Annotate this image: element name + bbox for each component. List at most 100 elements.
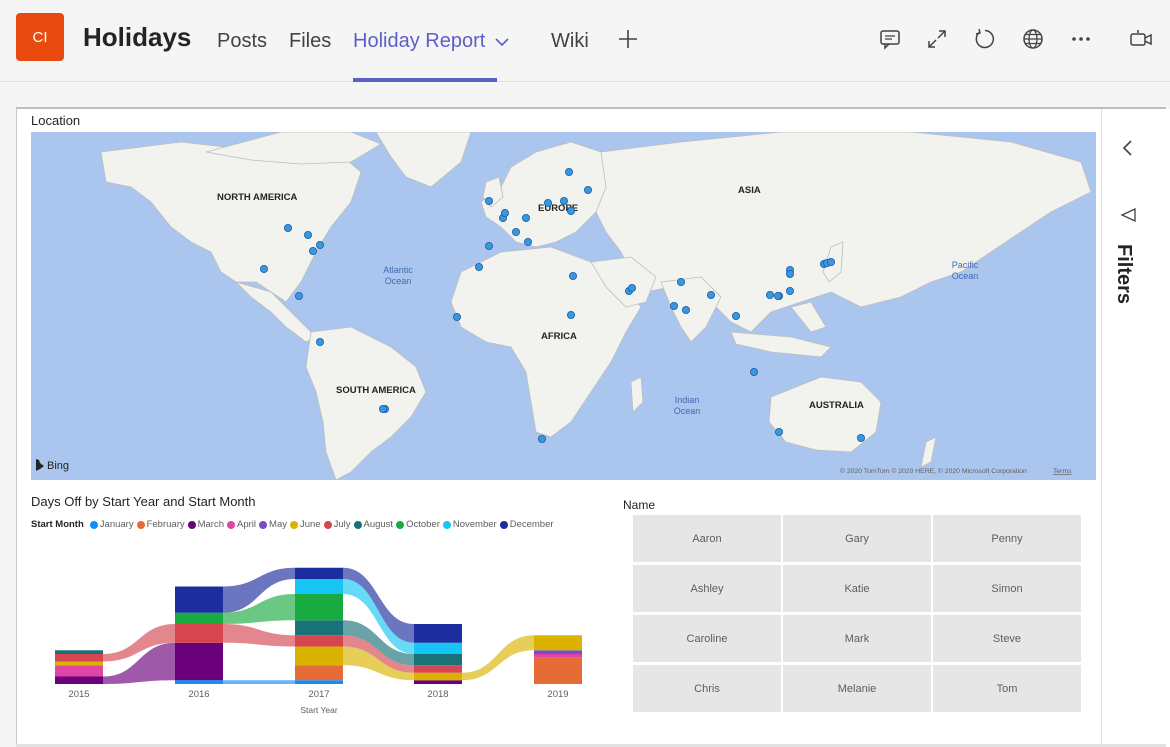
chart-bar-segment[interactable] [175, 612, 223, 624]
chart-bar-segment[interactable] [295, 680, 343, 684]
expand-icon[interactable] [922, 24, 952, 54]
location-point[interactable] [766, 290, 775, 299]
chart-ribbon[interactable] [223, 680, 295, 684]
more-options-icon[interactable] [1066, 24, 1096, 54]
chart-bar-segment[interactable] [175, 624, 223, 643]
meet-icon[interactable] [1126, 24, 1156, 54]
location-point[interactable] [670, 301, 679, 310]
add-tab-icon[interactable] [613, 24, 643, 54]
location-point[interactable] [567, 310, 576, 319]
location-point[interactable] [628, 283, 637, 292]
slicer-item[interactable]: Gary [783, 515, 931, 562]
ribbon-chart[interactable]: 2015 2016 2017 2018 2019 Start Year [31, 540, 611, 720]
chart-ribbon[interactable] [223, 624, 295, 647]
location-point[interactable] [544, 199, 553, 208]
location-point[interactable] [857, 433, 866, 442]
location-point[interactable] [308, 247, 317, 256]
location-point[interactable] [511, 228, 520, 237]
chart-bar-segment[interactable] [175, 642, 223, 681]
location-point[interactable] [259, 264, 268, 273]
slicer-item[interactable]: Chris [633, 665, 781, 712]
chart-bar-segment[interactable] [414, 654, 462, 666]
filters-label[interactable]: Filters [1112, 244, 1135, 304]
location-point[interactable] [474, 262, 483, 271]
location-point[interactable] [521, 214, 530, 223]
location-point[interactable] [707, 290, 716, 299]
chart-bar-segment[interactable] [534, 654, 582, 658]
location-point[interactable] [774, 291, 783, 300]
location-point[interactable] [315, 241, 324, 250]
location-point[interactable] [732, 311, 741, 320]
slicer-item[interactable]: Caroline [633, 615, 781, 662]
chart-bar-segment[interactable] [175, 680, 223, 684]
slicer-item[interactable]: Katie [783, 565, 931, 612]
chart-bar-segment[interactable] [295, 646, 343, 666]
globe-icon[interactable] [1018, 24, 1048, 54]
legend-item[interactable]: April [227, 519, 256, 530]
location-point[interactable] [584, 186, 593, 195]
slicer-item[interactable]: Simon [933, 565, 1081, 612]
location-point[interactable] [750, 367, 759, 376]
chart-bar-segment[interactable] [295, 635, 343, 647]
chart-bar-segment[interactable] [534, 650, 582, 654]
location-point[interactable] [523, 238, 532, 247]
slicer-item[interactable]: Penny [933, 515, 1081, 562]
world-map[interactable]: NORTH AMERICA EUROPE ASIA AFRICA SOUTH A… [31, 132, 1096, 480]
chart-bar-segment[interactable] [55, 650, 103, 654]
slicer-item[interactable]: Melanie [783, 665, 931, 712]
slicer-item[interactable]: Mark [783, 615, 931, 662]
slicer-item[interactable]: Ashley [633, 565, 781, 612]
chart-ribbon[interactable] [462, 635, 534, 681]
location-point[interactable] [484, 197, 493, 206]
location-point[interactable] [682, 305, 691, 314]
legend-item[interactable]: June [289, 519, 321, 530]
location-point[interactable] [560, 197, 569, 206]
tab-posts[interactable]: Posts [217, 30, 267, 53]
chart-bar-segment[interactable] [414, 672, 462, 681]
chart-bar-segment[interactable] [534, 657, 582, 684]
location-point[interactable] [452, 312, 461, 321]
chevron-left-icon[interactable] [1121, 138, 1135, 158]
location-point[interactable] [500, 209, 509, 218]
chart-bar-segment[interactable] [295, 567, 343, 579]
location-point[interactable] [537, 434, 546, 443]
legend-item[interactable]: May [259, 519, 287, 530]
legend-item[interactable]: March [187, 519, 224, 530]
location-point[interactable] [315, 337, 324, 346]
location-point[interactable] [677, 277, 686, 286]
location-point[interactable] [303, 231, 312, 240]
location-point[interactable] [786, 269, 795, 278]
legend-item[interactable]: January [89, 519, 134, 530]
tab-holiday-report[interactable]: Holiday Report [353, 30, 509, 53]
legend-item[interactable]: February [136, 519, 185, 530]
location-point[interactable] [786, 286, 795, 295]
legend-item[interactable]: August [353, 519, 393, 530]
location-point[interactable] [567, 207, 576, 216]
chart-bar-segment[interactable] [55, 665, 103, 677]
chart-bar-segment[interactable] [295, 579, 343, 594]
location-point[interactable] [569, 271, 578, 280]
chart-bar-segment[interactable] [534, 635, 582, 651]
location-point[interactable] [827, 258, 836, 267]
chart-bar-segment[interactable] [414, 665, 462, 673]
chart-bar-segment[interactable] [414, 642, 462, 654]
chart-bar-segment[interactable] [175, 586, 223, 613]
team-avatar[interactable]: CI [16, 13, 64, 61]
location-point[interactable] [775, 427, 784, 436]
location-point[interactable] [283, 224, 292, 233]
location-point[interactable] [484, 242, 493, 251]
tab-wiki[interactable]: Wiki [551, 30, 589, 53]
conversation-icon[interactable] [875, 24, 905, 54]
legend-item[interactable]: November [442, 519, 497, 530]
slicer-item[interactable]: Tom [933, 665, 1081, 712]
chart-bar-segment[interactable] [295, 594, 343, 621]
chart-bar-segment[interactable] [295, 665, 343, 681]
chart-bar-segment[interactable] [414, 624, 462, 643]
name-slicer[interactable]: Aaron Gary Penny Ashley Katie Simon Caroline Ma… [633, 515, 1083, 715]
chart-bar-segment[interactable] [55, 661, 103, 666]
slicer-item[interactable]: Aaron [633, 515, 781, 562]
location-point[interactable] [378, 404, 387, 413]
slicer-item[interactable]: Steve [933, 615, 1081, 662]
filters-pane[interactable] [1101, 109, 1170, 747]
chart-bar-segment[interactable] [55, 676, 103, 685]
